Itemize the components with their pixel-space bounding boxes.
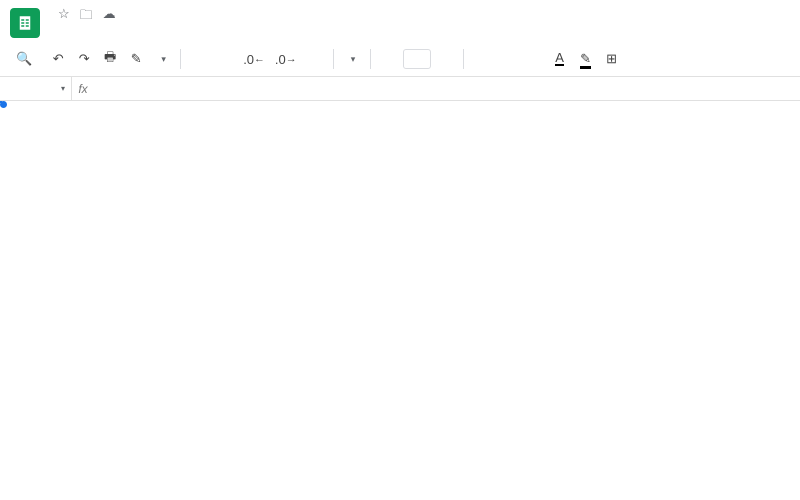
sheets-logo	[10, 8, 40, 38]
menubar	[48, 30, 790, 36]
strike-button[interactable]	[522, 46, 546, 72]
number-format-button[interactable]	[303, 46, 327, 72]
cloud-icon[interactable]: ☁	[103, 6, 116, 28]
selection-rectangle	[0, 101, 2, 103]
decrease-decimal-button[interactable]: .0←	[239, 46, 269, 72]
star-icon[interactable]: ☆	[58, 6, 70, 28]
menu-edit[interactable]	[66, 30, 78, 36]
fill-color-button[interactable]: ✎	[574, 46, 598, 72]
increase-decimal-button[interactable]: .0→	[271, 46, 301, 72]
borders-button[interactable]: ⊞	[600, 46, 624, 72]
selection-handle[interactable]	[0, 101, 7, 108]
percent-button[interactable]	[213, 46, 237, 72]
bold-button[interactable]	[470, 46, 494, 72]
zoom-select[interactable]	[150, 46, 174, 72]
currency-button[interactable]	[187, 46, 211, 72]
menu-format[interactable]	[120, 30, 132, 36]
print-icon[interactable]: 🖶	[98, 46, 122, 72]
toolbar: 🔍 ↶ ↷ 🖶 ✎ .0← .0→ A ✎ ⊞	[0, 42, 800, 77]
fontsize-decrease[interactable]	[377, 46, 401, 72]
menu-tools[interactable]	[156, 30, 168, 36]
text-color-button[interactable]: A	[548, 46, 572, 72]
menu-view[interactable]	[84, 30, 96, 36]
menu-extensions[interactable]	[174, 30, 186, 36]
fx-icon: fx	[72, 82, 94, 96]
formula-bar[interactable]	[94, 77, 800, 100]
menu-insert[interactable]	[102, 30, 114, 36]
search-icon: 🔍	[16, 51, 32, 67]
italic-button[interactable]	[496, 46, 520, 72]
font-select[interactable]	[340, 46, 364, 72]
fontsize-increase[interactable]	[433, 46, 457, 72]
fontsize-input[interactable]	[403, 49, 431, 69]
undo-icon[interactable]: ↶	[46, 46, 70, 72]
menu-data[interactable]	[138, 30, 150, 36]
menu-search[interactable]: 🔍	[8, 49, 44, 69]
name-box[interactable]	[0, 77, 72, 100]
menu-help[interactable]	[192, 30, 204, 36]
paint-format-icon[interactable]: ✎	[124, 46, 148, 72]
redo-icon[interactable]: ↷	[72, 46, 96, 72]
menu-file[interactable]	[48, 30, 60, 36]
move-icon[interactable]: 🗀	[80, 6, 93, 28]
